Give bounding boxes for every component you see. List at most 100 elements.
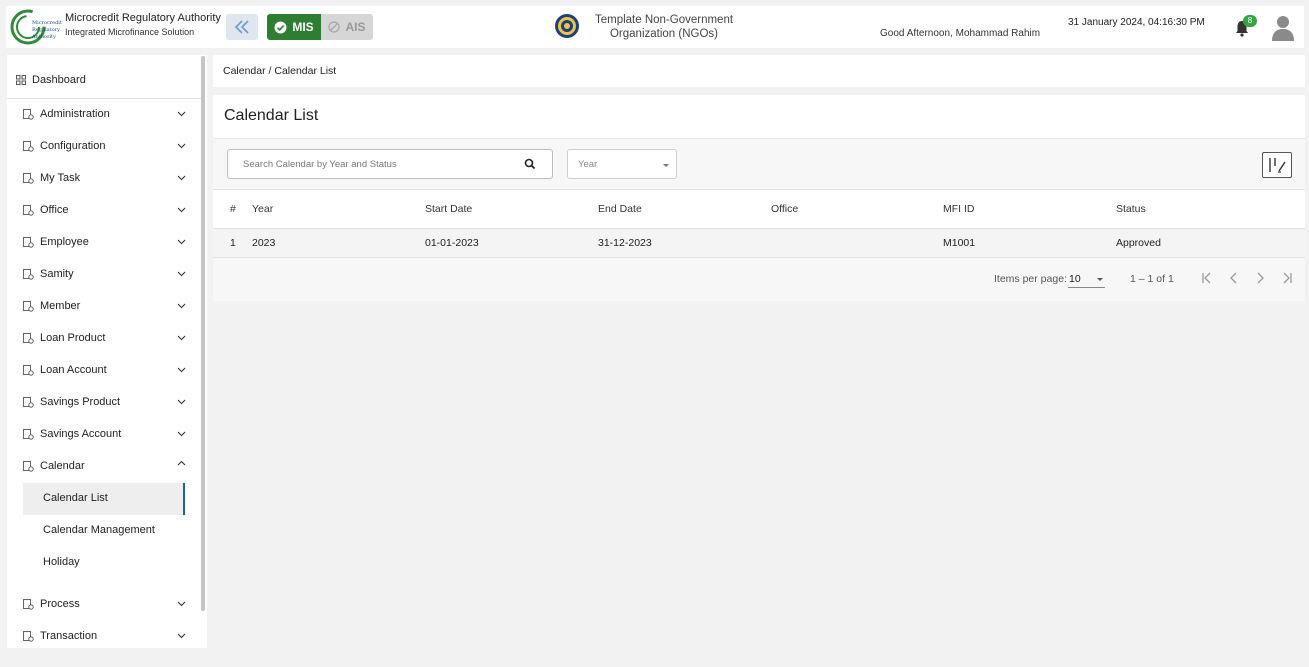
current-datetime: 31 January 2024, 04:16:30 PM	[1068, 17, 1205, 28]
sidebar-item-label: Employee	[40, 236, 89, 248]
brand-title: Microcredit Regulatory Authority	[65, 12, 221, 24]
calendar-icon	[23, 461, 34, 472]
table-cell: 01-01-2023	[425, 237, 479, 249]
paginator: Items per page: 10 1 – 1 of 1	[213, 258, 1305, 301]
year-select-placeholder: Year	[578, 159, 598, 170]
sidebar-subitem-holiday[interactable]: Holiday	[23, 547, 185, 579]
table-cell: 2023	[252, 237, 276, 249]
sidebar: Dashboard Administration Configuration My …	[7, 55, 207, 648]
sidebar-scrollbar[interactable]	[201, 56, 205, 611]
chevron-down-icon	[177, 111, 186, 117]
page-title: Calendar List	[224, 107, 319, 124]
sidebar-item-label: Administration	[40, 108, 110, 120]
sidebar-item-label: Configuration	[40, 140, 106, 152]
ais-button[interactable]: AIS	[321, 14, 373, 40]
block-icon	[328, 21, 341, 33]
mis-button[interactable]: MIS	[267, 14, 321, 40]
sidebar-item-savings-product[interactable]: Savings Product	[7, 388, 201, 418]
process-icon	[23, 599, 34, 610]
logo-text-2: Regulatory	[32, 27, 60, 33]
table-cell: 31-12-2023	[598, 237, 652, 249]
column-header-office[interactable]: Office	[771, 203, 798, 215]
collapse-sidebar-button[interactable]	[226, 14, 258, 40]
grid-icon	[16, 75, 26, 85]
user-avatar-icon[interactable]	[1270, 14, 1296, 42]
chevron-down-icon	[177, 399, 186, 405]
ais-label: AIS	[345, 20, 366, 34]
search-input[interactable]	[228, 150, 518, 178]
task-icon	[23, 173, 34, 184]
previous-page-icon[interactable]	[1226, 270, 1242, 286]
sidebar-item-administration[interactable]: Administration	[7, 100, 201, 130]
last-page-icon[interactable]	[1279, 270, 1295, 286]
sidebar-item-my-task[interactable]: My Task	[7, 164, 201, 194]
breadcrumb-text: Calendar / Calendar List	[223, 65, 337, 77]
org-name-line1: Template Non-Government	[594, 14, 734, 26]
sidebar-subitem-calendar-management[interactable]: Calendar Management	[23, 515, 185, 547]
items-per-page-label: Items per page:	[994, 273, 1067, 285]
table-cell: Approved	[1116, 237, 1161, 249]
org-name: Template Non-Government Organization (NG…	[586, 13, 742, 41]
chevron-down-icon	[177, 633, 186, 639]
greeting-text: Good Afternoon, Mohammad Rahim	[880, 28, 1041, 39]
savings-account-icon	[23, 429, 34, 440]
sidebar-item-configuration[interactable]: Configuration	[7, 132, 201, 162]
sidebar-item-savings-account[interactable]: Savings Account	[7, 420, 201, 450]
column-settings-button[interactable]	[1262, 152, 1292, 178]
savings-product-icon	[23, 397, 34, 408]
office-icon	[23, 205, 34, 216]
chevron-down-icon	[177, 303, 186, 309]
employee-icon	[23, 237, 34, 248]
sidebar-item-loan-account[interactable]: Loan Account	[7, 356, 201, 386]
sidebar-item-transaction[interactable]: Transaction	[7, 622, 201, 648]
mra-logo: Microcredit Regulatory Authority	[10, 9, 62, 45]
chevron-down-icon	[177, 601, 186, 607]
sidebar-subitem-label: Calendar Management	[43, 524, 155, 536]
logo-text-3: Authority	[31, 34, 56, 40]
chevron-down-icon	[177, 175, 186, 181]
sidebar-item-label: Loan Product	[40, 332, 106, 344]
sidebar-item-label: Calendar	[40, 460, 85, 472]
sidebar-item-dashboard[interactable]: Dashboard	[7, 55, 201, 99]
sidebar-item-member[interactable]: Member	[7, 292, 201, 322]
samity-icon	[23, 269, 34, 280]
collapse-double-chevron-icon	[234, 20, 249, 34]
column-header-start-date[interactable]: Start Date	[425, 203, 472, 215]
chevron-up-icon	[177, 460, 186, 466]
search-icon[interactable]	[524, 158, 536, 170]
sidebar-item-process[interactable]: Process	[7, 590, 201, 620]
sidebar-item-loan-product[interactable]: Loan Product	[7, 324, 201, 354]
column-edit-icon	[1269, 158, 1286, 173]
table-cell: 1	[230, 237, 236, 249]
column-header-year[interactable]: Year	[252, 203, 273, 215]
sidebar-subitem-calendar-list[interactable]: Calendar List	[23, 483, 185, 515]
column-header-status[interactable]: Status	[1116, 203, 1146, 215]
column-header-mfi-id[interactable]: MFI ID	[943, 203, 975, 215]
year-select[interactable]: Year	[567, 149, 677, 179]
mis-label: MIS	[292, 20, 314, 34]
member-icon	[23, 301, 34, 312]
emblem-icon	[555, 14, 579, 38]
sidebar-item-samity[interactable]: Samity	[7, 260, 201, 290]
sidebar-item-label: Dashboard	[32, 74, 86, 86]
sidebar-item-employee[interactable]: Employee	[7, 228, 201, 258]
sidebar-item-office[interactable]: Office	[7, 196, 201, 226]
sidebar-item-label: Loan Account	[40, 364, 107, 376]
table-header-row: # Year Start Date End Date Office MFI ID Statu…	[213, 189, 1305, 229]
table-row[interactable]: 1 2023 01-01-2023 31-12-2023 M1001 Approved	[213, 229, 1305, 258]
sidebar-item-label: Samity	[40, 268, 74, 280]
dropdown-arrow-icon	[1097, 278, 1103, 281]
page-size-select[interactable]: 10	[1068, 270, 1105, 288]
loan-account-icon	[23, 365, 34, 376]
sidebar-item-label: Transaction	[40, 630, 98, 642]
column-header-index[interactable]: #	[230, 203, 236, 215]
brand-subtitle: Integrated Microfinance Solution	[65, 27, 195, 37]
next-page-icon[interactable]	[1252, 270, 1268, 286]
sidebar-item-calendar[interactable]: Calendar	[7, 452, 201, 482]
table-cell: M1001	[943, 237, 976, 249]
card-header: Calendar List	[213, 95, 1305, 139]
chevron-down-icon	[177, 239, 186, 245]
first-page-icon[interactable]	[1199, 270, 1215, 286]
chevron-down-icon	[177, 271, 186, 277]
column-header-end-date[interactable]: End Date	[598, 203, 642, 215]
